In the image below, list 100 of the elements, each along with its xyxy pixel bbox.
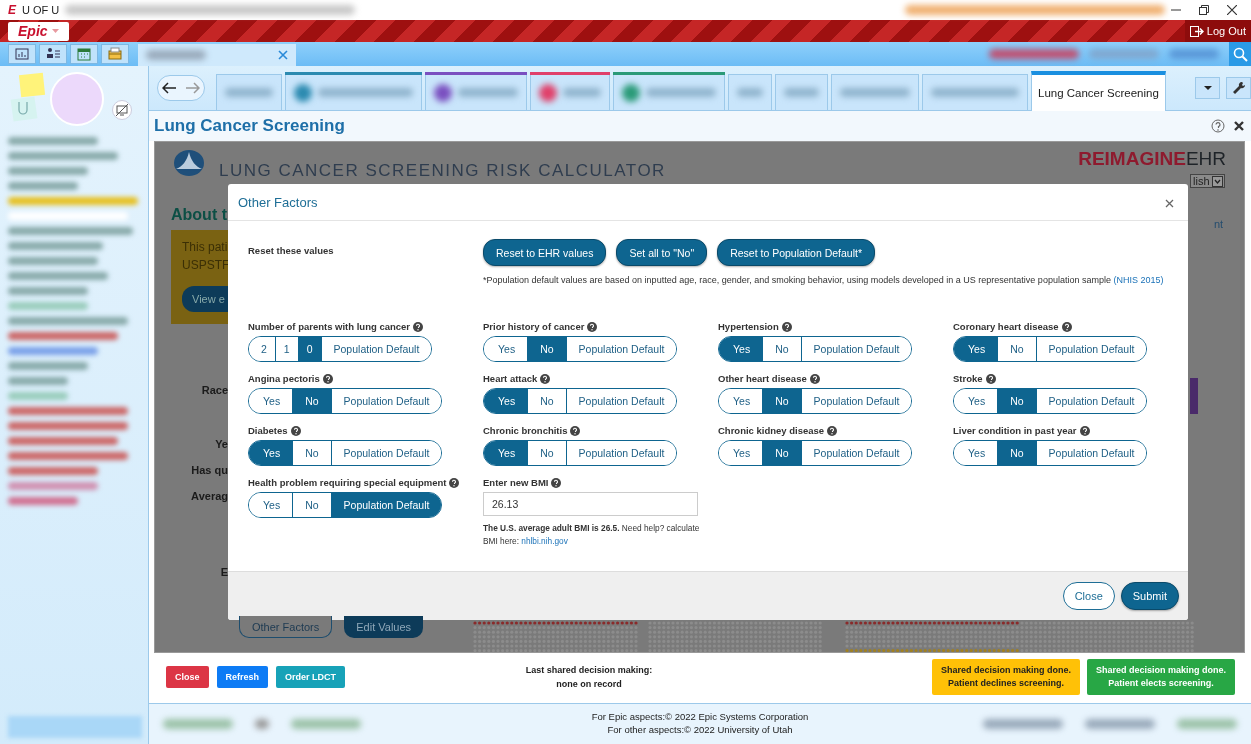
reference-link[interactable]: nhlbi.nih.gov (521, 535, 568, 546)
language-select[interactable]: lish (1190, 174, 1225, 188)
help-icon[interactable] (1061, 321, 1072, 332)
option-button[interactable]: Population Default (1035, 441, 1147, 465)
hint-text: The U.S. average adult BMI is 26.5. Need help? calculate BMI here: nhlbi.nih.gov (483, 522, 701, 548)
factor-label: Number of parents with lung cancer (248, 321, 411, 332)
help-icon[interactable] (413, 321, 424, 332)
option-button[interactable]: Population Default (320, 337, 432, 361)
action-button[interactable]: Refresh (216, 666, 269, 688)
reset-button[interactable]: Set all to "No" (616, 239, 708, 266)
help-icon[interactable] (1079, 425, 1090, 436)
panel-edge (1190, 378, 1198, 414)
person-list-icon (46, 47, 60, 61)
factor-label: Hypertension (718, 321, 779, 332)
option-button[interactable]: No (292, 389, 331, 413)
option-button[interactable]: Yes (719, 337, 763, 361)
chart-icon (15, 47, 29, 61)
app-logo: E (8, 3, 16, 17)
option-button[interactable]: Population Default (800, 389, 912, 413)
option-button[interactable]: Yes (484, 389, 528, 413)
close-icon[interactable] (1227, 5, 1237, 15)
blurred-text (737, 88, 763, 97)
status-text: none on record (556, 679, 622, 689)
blurred-text (840, 88, 910, 97)
activity-tab[interactable] (285, 74, 422, 110)
logout-button[interactable]: Log Out (1184, 20, 1251, 42)
wrench-button[interactable] (1226, 77, 1251, 99)
blurred-text (646, 88, 716, 97)
inbox-icon (108, 47, 122, 61)
reset-button[interactable]: Reset to EHR values (483, 239, 607, 266)
help-icon[interactable] (322, 373, 333, 384)
help-icon[interactable] (551, 477, 562, 488)
page-title: Lung Cancer Screening (154, 116, 346, 136)
close-button[interactable]: Close (1062, 582, 1115, 610)
option-button[interactable]: Population Default (330, 441, 442, 465)
factor-label: Health problem requiring special equipment (248, 477, 447, 488)
close-icon[interactable] (1233, 120, 1245, 132)
activity-tab[interactable] (613, 74, 725, 110)
submit-button[interactable]: Submit (1120, 582, 1179, 610)
source-link[interactable]: (NHIS 2015) (1113, 275, 1164, 285)
option-button[interactable]: Yes (249, 441, 293, 465)
help-icon[interactable] (449, 477, 460, 488)
blurred-text (8, 377, 68, 385)
epic-menu-button[interactable]: Epic (8, 21, 69, 41)
help-icon[interactable] (290, 425, 301, 436)
help-icon[interactable] (827, 425, 838, 436)
option-button[interactable]: No (762, 441, 801, 465)
close-icon (1165, 198, 1174, 208)
help-icon[interactable] (781, 321, 792, 332)
help-icon[interactable] (540, 373, 551, 384)
field-label: Enter new BMI (483, 477, 549, 488)
option-button[interactable]: Population Default (330, 389, 442, 413)
field-label: Race (201, 384, 228, 396)
help-icon[interactable] (570, 425, 581, 436)
blurred-icon (622, 83, 640, 102)
option-button[interactable]: Population Default (565, 441, 677, 465)
field-label: E (220, 566, 228, 578)
help-icon[interactable] (587, 321, 598, 332)
option-button[interactable]: Population Default (565, 337, 677, 361)
option-button[interactable]: Population Default (565, 389, 677, 413)
option-button[interactable]: Population Default (1035, 389, 1147, 413)
option-button[interactable]: Population Default (330, 493, 442, 517)
field-label: Averag (191, 490, 228, 502)
restore-icon[interactable] (1199, 5, 1209, 15)
reset-button[interactable]: Reset to Population Default* (717, 239, 876, 266)
option-button[interactable]: No (527, 337, 566, 361)
caret-icon (51, 29, 59, 33)
monitor-off-icon[interactable] (112, 100, 132, 120)
option-button[interactable]: Population Default (1035, 337, 1147, 361)
calendar-button[interactable] (70, 44, 98, 64)
activity-tab[interactable] (530, 74, 610, 110)
edit-values-button[interactable]: Edit Values (344, 616, 424, 638)
inbox-button[interactable] (101, 44, 129, 64)
factor-label: Coronary heart disease (953, 321, 1059, 332)
blurred-text (1169, 49, 1219, 59)
option-button[interactable]: No (997, 441, 1036, 465)
option-button[interactable]: Population Default (800, 337, 912, 361)
calculator-logo-icon (173, 149, 205, 177)
activity-tab[interactable]: Lung Cancer Screening (1031, 71, 1166, 111)
caret-icon (1203, 86, 1212, 90)
brand-logo: REIMAGINEEHR (1078, 148, 1226, 170)
outcome-button[interactable]: Shared decision making done. Patient declines screening. (931, 659, 1080, 695)
option-button[interactable]: Yes (484, 441, 528, 465)
field-label: Has qu (191, 464, 228, 476)
action-button[interactable]: Close (166, 666, 209, 688)
help-icon[interactable] (809, 373, 820, 384)
tab-label: nt (1214, 218, 1224, 230)
option-button[interactable]: Yes (954, 337, 998, 361)
bmi-input-field[interactable]: 26.13 (483, 492, 698, 516)
help-icon[interactable] (985, 373, 996, 384)
view-button[interactable]: View e (182, 286, 228, 312)
option-button[interactable]: Population Default (800, 441, 912, 465)
activity-tab[interactable] (425, 74, 527, 110)
option-button[interactable]: 0 (297, 337, 321, 361)
person-list-button[interactable] (39, 44, 67, 64)
dropdown-button[interactable] (1195, 77, 1220, 99)
option-button[interactable]: No (762, 389, 801, 413)
help-icon[interactable] (1211, 119, 1225, 133)
search-button[interactable] (1229, 42, 1251, 66)
option-button[interactable]: No (997, 389, 1036, 413)
